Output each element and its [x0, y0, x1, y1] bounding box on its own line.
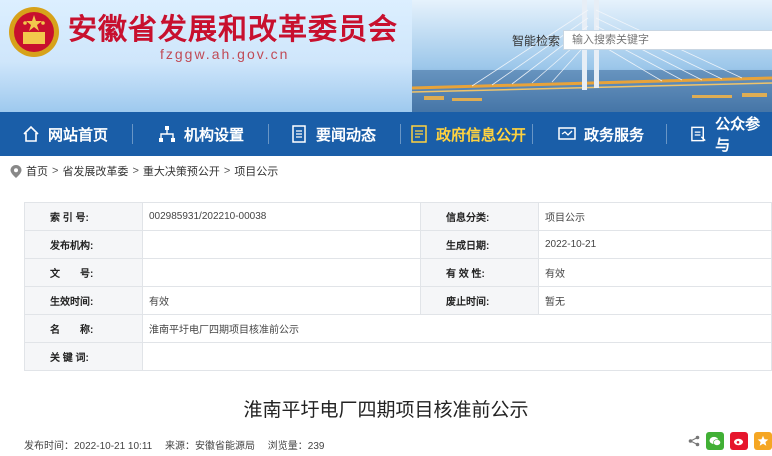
breadcrumb-ndrc[interactable]: 省发展改革委 — [62, 163, 128, 179]
site-title: 安徽省发展和改革委员会 — [68, 14, 399, 46]
nav-item-news[interactable]: 要闻动态 — [290, 112, 376, 156]
nav-item-service[interactable]: 政务服务 — [558, 112, 644, 156]
table-row: 关 键 词: — [24, 342, 772, 371]
share-bar — [688, 432, 772, 450]
doc-number-value — [142, 258, 421, 287]
breadcrumb-home[interactable]: 首页 — [26, 163, 48, 179]
category-value: 项目公示 — [538, 202, 772, 231]
created-date-label: 生成日期: — [420, 230, 539, 259]
news-icon — [292, 125, 306, 143]
bridge-illustration — [412, 0, 772, 112]
qzone-share-icon[interactable] — [754, 432, 772, 450]
doc-number-label: 文 号: — [24, 258, 143, 287]
nav-item-label: 要闻动态 — [316, 126, 377, 144]
index-number-label: 索 引 号: — [24, 202, 143, 231]
home-icon — [23, 125, 39, 142]
index-number-value: 002985931/202210-00038 — [142, 202, 421, 231]
effective-time-value: 有效 — [142, 286, 421, 315]
nav-item-home[interactable]: 网站首页 — [22, 112, 108, 156]
effective-time-label: 生效时间: — [24, 286, 143, 315]
breadcrumb: 首页 > 省发展改革委 > 重大决策预公开 > 项目公示 — [10, 163, 278, 179]
search-input[interactable] — [563, 30, 772, 50]
location-pin-icon — [10, 164, 22, 178]
breadcrumb-project-notice[interactable]: 项目公示 — [234, 163, 278, 179]
nav-item-label: 网站首页 — [48, 126, 109, 144]
share-icon[interactable] — [688, 435, 700, 447]
wechat-share-icon[interactable] — [706, 432, 724, 450]
name-label: 名 称: — [24, 314, 143, 343]
search-label: 智能检索 — [512, 34, 561, 48]
expiry-time-label: 废止时间: — [420, 286, 539, 315]
article-title: 淮南平圩电厂四期项目核准前公示 — [243, 400, 529, 421]
expiry-time-value: 暂无 — [538, 286, 772, 315]
article-meta: 发布时间：2022-10-21 10:11 来源：安徽省能源局 浏览量：239 — [24, 437, 334, 452]
service-icon — [558, 127, 576, 140]
main-nav: 网站首页 机构设置 要闻动态 政府信息公开 政务服务 公众参与 — [0, 112, 772, 156]
category-label: 信息分类: — [420, 202, 539, 231]
breadcrumb-major-decisions[interactable]: 重大决策预公开 — [143, 163, 220, 179]
table-row: 生效时间: 有效 废止时间: 暂无 — [24, 286, 772, 315]
national-emblem-logo — [9, 7, 59, 57]
article-source: 来源：安徽省能源局 — [165, 441, 255, 452]
nav-item-organization[interactable]: 机构设置 — [158, 112, 244, 156]
participation-icon — [691, 126, 706, 142]
validity-label: 有 效 性: — [420, 258, 539, 287]
weibo-share-icon[interactable] — [730, 432, 748, 450]
keywords-value — [142, 342, 772, 371]
view-count: 浏览量：239 — [267, 441, 325, 452]
nav-item-label: 机构设置 — [184, 126, 245, 144]
table-row: 名 称: 淮南平圩电厂四期项目核准前公示 — [24, 314, 772, 343]
table-row: 索 引 号: 002985931/202210-00038 信息分类: 项目公示 — [24, 202, 772, 231]
info-public-icon — [411, 125, 427, 143]
site-domain: fzggw.ah.gov.cn — [160, 46, 290, 62]
publisher-value — [142, 230, 421, 259]
validity-value: 有效 — [538, 258, 772, 287]
table-row: 文 号: 有 效 性: 有效 — [24, 258, 772, 287]
name-value: 淮南平圩电厂四期项目核准前公示 — [142, 314, 772, 343]
nav-item-participation[interactable]: 公众参与 — [690, 112, 772, 156]
nav-item-label: 公众参与 — [715, 116, 761, 154]
nav-item-label: 政府信息公开 — [436, 126, 527, 144]
created-date-value: 2022-10-21 — [538, 230, 772, 259]
keywords-label: 关 键 词: — [24, 342, 143, 371]
table-row: 发布机构: 生成日期: 2022-10-21 — [24, 230, 772, 259]
nav-item-label: 政务服务 — [584, 126, 645, 144]
publish-time: 发布时间：2022-10-21 10:11 — [24, 441, 153, 452]
publisher-label: 发布机构: — [24, 230, 143, 259]
nav-item-info-public[interactable]: 政府信息公开 — [410, 112, 526, 156]
site-header: 安徽省发展和改革委员会 fzggw.ah.gov.cn 智能检索 — [0, 0, 772, 112]
org-chart-icon — [159, 126, 175, 142]
document-info-table: 索 引 号: 002985931/202210-00038 信息分类: 项目公示… — [24, 202, 772, 371]
